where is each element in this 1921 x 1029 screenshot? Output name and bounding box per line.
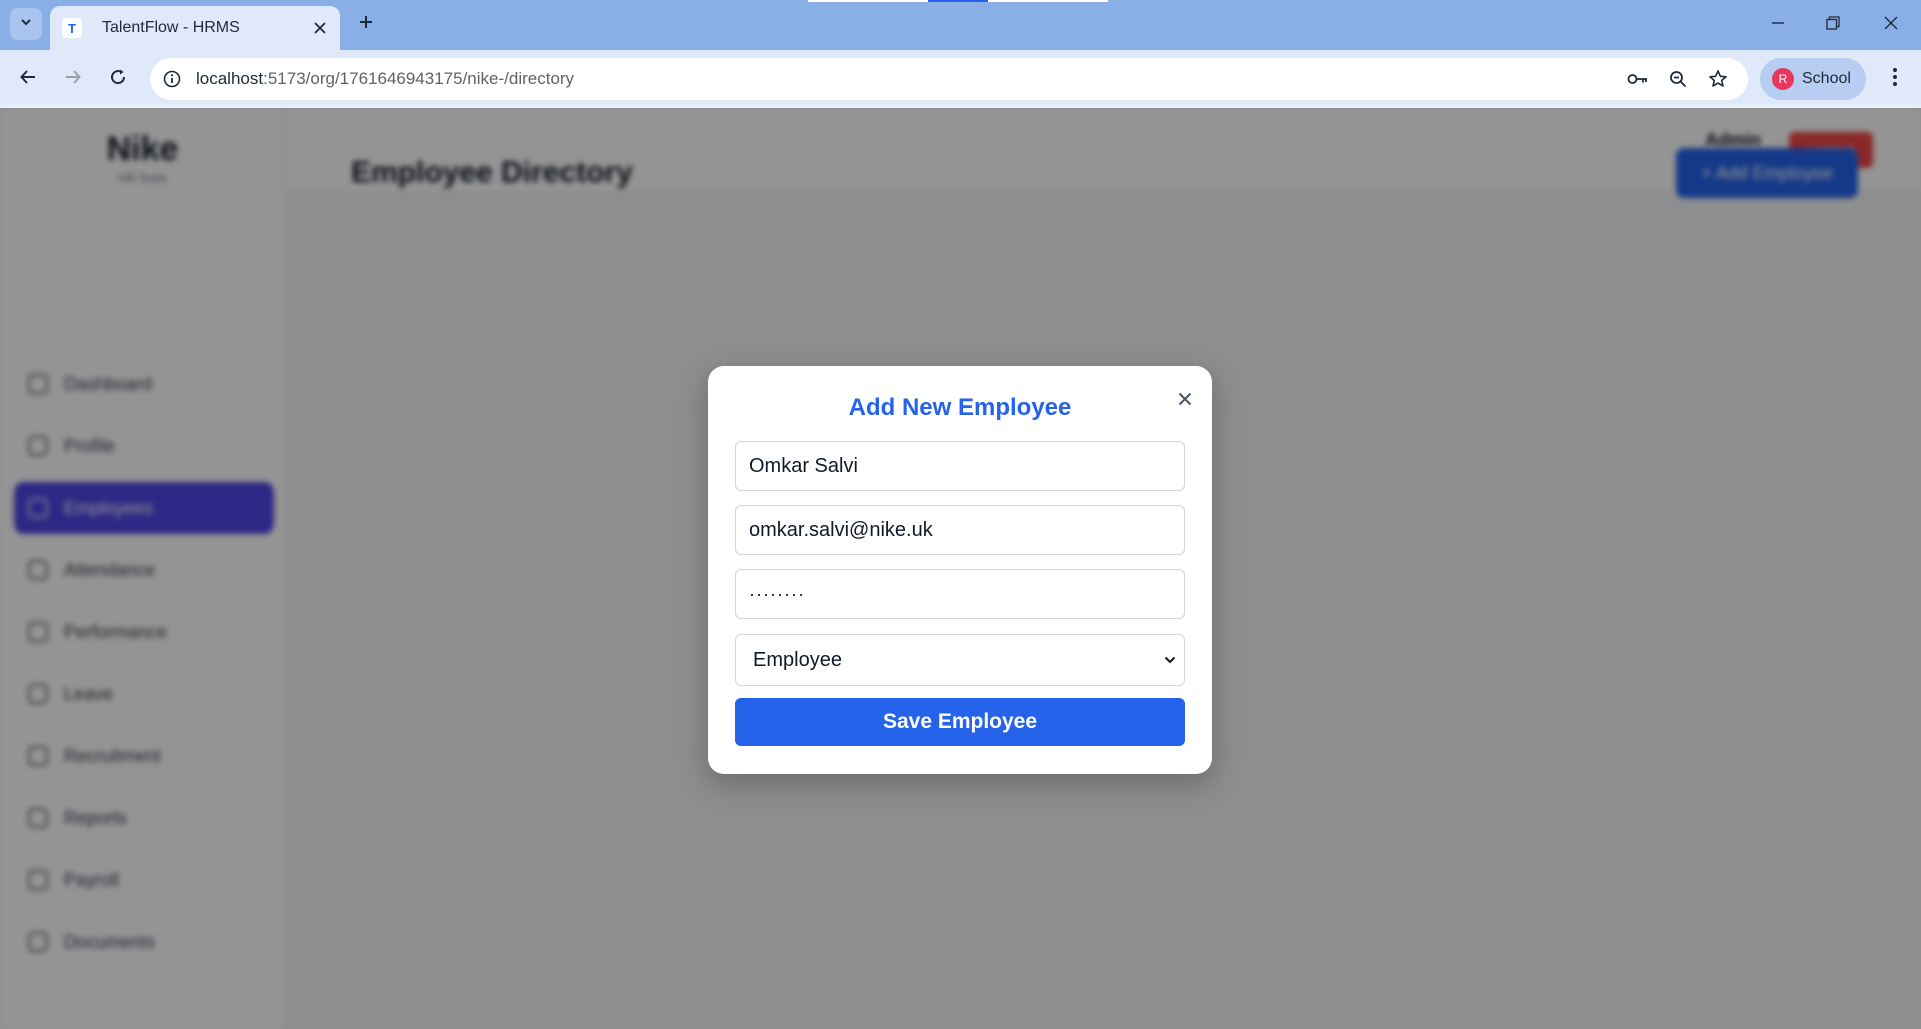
restore-button[interactable]: [1818, 10, 1848, 40]
role-select[interactable]: Employee: [735, 634, 1185, 686]
profile-name: School: [1802, 70, 1851, 87]
restore-icon: [1826, 15, 1840, 35]
more-vert-icon: [1892, 67, 1898, 92]
chevron-down-icon: [1162, 652, 1178, 668]
tab-search-button[interactable]: [10, 8, 42, 40]
add-employee-modal: Add New Employee Employee Save Employee: [708, 366, 1212, 774]
close-window-icon: [1884, 16, 1898, 35]
site-info-icon[interactable]: [160, 67, 184, 91]
minimize-button[interactable]: [1763, 10, 1793, 40]
password-field[interactable]: [735, 569, 1185, 619]
email-field[interactable]: [735, 505, 1185, 555]
key-icon[interactable]: [1626, 67, 1650, 91]
tab-strip-accent: [928, 0, 988, 2]
tab-title: TalentFlow - HRMS: [102, 19, 240, 36]
save-employee-button[interactable]: Save Employee: [735, 698, 1185, 746]
star-icon[interactable]: [1706, 67, 1730, 91]
reload-icon: [109, 68, 127, 91]
reload-button[interactable]: [103, 64, 133, 94]
name-field[interactable]: [735, 441, 1185, 491]
close-icon[interactable]: [310, 18, 330, 38]
url-text: localhost:5173/org/1761646943175/nike-/d…: [196, 69, 575, 88]
close-icon[interactable]: [1174, 388, 1196, 410]
profile-button[interactable]: R School: [1760, 58, 1866, 100]
back-button[interactable]: [13, 64, 43, 94]
minimize-icon: [1771, 16, 1785, 35]
browser-tab-strip: T TalentFlow - HRMS: [0, 0, 1921, 50]
back-arrow-icon: [19, 68, 37, 91]
avatar: R: [1772, 68, 1794, 90]
modal-title: Add New Employee: [848, 394, 1072, 421]
plus-icon: [358, 14, 374, 35]
chevron-down-icon: [19, 15, 33, 34]
forward-arrow-icon: [64, 68, 82, 91]
browser-menu-button[interactable]: [1880, 64, 1910, 94]
forward-button[interactable]: [58, 64, 88, 94]
tab-strip-accent: [988, 0, 1108, 2]
tab-favicon-icon: T: [62, 18, 82, 38]
new-tab-button[interactable]: [352, 10, 380, 38]
browser-tab[interactable]: T TalentFlow - HRMS: [50, 6, 340, 50]
close-window-button[interactable]: [1876, 10, 1906, 40]
tab-strip-accent: [808, 0, 928, 2]
zoom-icon[interactable]: [1666, 67, 1690, 91]
address-bar[interactable]: localhost:5173/org/1761646943175/nike-/d…: [150, 58, 1748, 100]
role-select-value: Employee: [753, 649, 842, 671]
browser-toolbar: localhost:5173/org/1761646943175/nike-/d…: [0, 50, 1921, 109]
